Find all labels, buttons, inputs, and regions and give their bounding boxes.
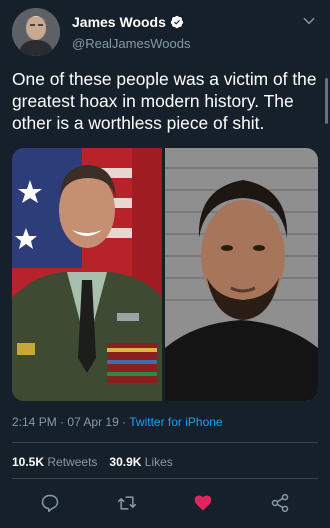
tweet-meta: 2:14 PM · 07 Apr 19 · Twitter for iPhone xyxy=(12,415,223,429)
reply-button[interactable] xyxy=(38,491,62,515)
retweets-label: Retweets xyxy=(47,455,98,469)
media-photo-left[interactable] xyxy=(12,148,162,401)
tweet-stats: 10.5K Retweets 30.9K Likes xyxy=(12,455,173,469)
like-button[interactable] xyxy=(191,491,215,515)
meta-separator: · xyxy=(122,415,127,429)
media-photo-right[interactable] xyxy=(165,148,318,401)
tweet-text: One of these people was a victim of the … xyxy=(12,69,317,133)
meta-separator: · xyxy=(60,415,65,429)
avatar[interactable] xyxy=(12,8,60,56)
tweet-actions xyxy=(12,490,318,516)
likes-count: 30.9K xyxy=(109,455,142,469)
share-button[interactable] xyxy=(268,491,292,515)
tweet-date: 07 Apr 19 xyxy=(67,415,119,429)
verified-badge-icon xyxy=(170,15,184,29)
retweets-stat[interactable]: 10.5K Retweets xyxy=(12,455,97,469)
heart-icon xyxy=(194,495,212,511)
reply-icon xyxy=(42,494,59,513)
retweets-count: 10.5K xyxy=(12,455,45,469)
divider xyxy=(12,442,318,443)
divider xyxy=(12,478,318,479)
likes-stat[interactable]: 30.9K Likes xyxy=(109,455,172,469)
chevron-down-icon[interactable] xyxy=(302,14,316,28)
tweet-time: 2:14 PM xyxy=(12,415,57,429)
tweet-card: James Woods @RealJamesWoods One of these… xyxy=(0,0,330,528)
scrollbar[interactable] xyxy=(325,78,328,124)
tweet-media[interactable] xyxy=(12,148,318,401)
retweet-icon xyxy=(117,496,136,510)
tweet-header: James Woods @RealJamesWoods xyxy=(12,8,318,60)
likes-label: Likes xyxy=(144,455,173,469)
author-handle[interactable]: @RealJamesWoods xyxy=(72,36,190,51)
tweet-client-link[interactable]: Twitter for iPhone xyxy=(129,415,222,429)
retweet-button[interactable] xyxy=(115,491,139,515)
share-icon xyxy=(271,493,288,513)
author-name[interactable]: James Woods xyxy=(72,14,166,30)
